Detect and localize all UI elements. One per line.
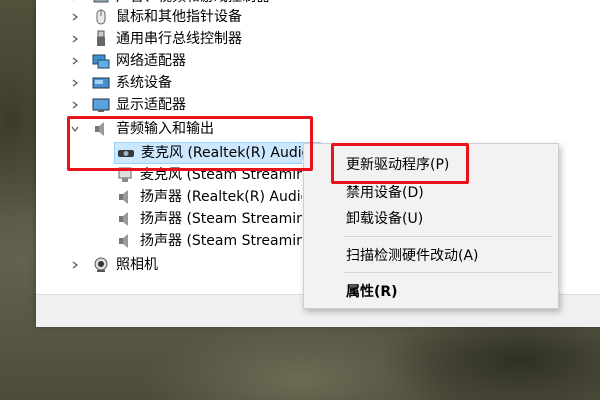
chevron-right-icon[interactable]	[70, 34, 80, 44]
chevron-right-icon[interactable]	[70, 78, 80, 88]
tree-category-camera[interactable]: 照相机	[70, 254, 158, 276]
speaker-icon	[116, 188, 134, 206]
tree-category-usb[interactable]: 通用串行总线控制器	[70, 28, 242, 50]
tree-row-label: 显示适配器	[116, 97, 186, 113]
speaker-icon	[116, 210, 134, 228]
tree-category-display[interactable]: 显示适配器	[70, 94, 186, 116]
display-adapter-icon	[92, 96, 110, 114]
system-device-icon	[92, 74, 110, 92]
tree-category-network[interactable]: 网络适配器	[70, 50, 186, 72]
network-adapter-icon	[92, 52, 110, 70]
menu-uninstall-device[interactable]: 卸载设备(U)	[304, 206, 558, 232]
menu-scan-hardware[interactable]: 扫描检测硬件改动(A)	[304, 243, 558, 269]
highlight-box-update-driver	[331, 143, 469, 184]
chevron-right-icon[interactable]	[70, 0, 80, 2]
tree-category-system[interactable]: 系统设备	[70, 72, 172, 94]
tree-row-label: 鼠标和其他指针设备	[116, 9, 242, 25]
chevron-right-icon[interactable]	[70, 260, 80, 270]
chevron-right-icon[interactable]	[70, 12, 80, 22]
chevron-right-icon[interactable]	[70, 56, 80, 66]
tree-row-label: 系统设备	[116, 75, 172, 91]
usb-icon	[92, 30, 110, 48]
tree-device-speaker-realtek[interactable]: 扬声器 (Realtek(R) Audio)	[116, 186, 315, 208]
speaker-icon	[116, 232, 134, 250]
mouse-icon	[92, 8, 110, 26]
camera-icon	[92, 256, 110, 274]
menu-properties[interactable]: 属性(R)	[304, 279, 558, 305]
tree-row-label: 照相机	[116, 257, 158, 273]
menu-separator	[344, 272, 552, 273]
chevron-right-icon[interactable]	[70, 100, 80, 110]
tree-category-mouse[interactable]: 鼠标和其他指针设备	[70, 6, 242, 28]
menu-separator	[344, 236, 552, 237]
tree-row-label: 通用串行总线控制器	[116, 31, 242, 47]
tree-row-label: 扬声器 (Realtek(R) Audio)	[140, 189, 315, 205]
tree-row-label: 网络适配器	[116, 53, 186, 69]
highlight-box-audio-device	[67, 116, 313, 171]
